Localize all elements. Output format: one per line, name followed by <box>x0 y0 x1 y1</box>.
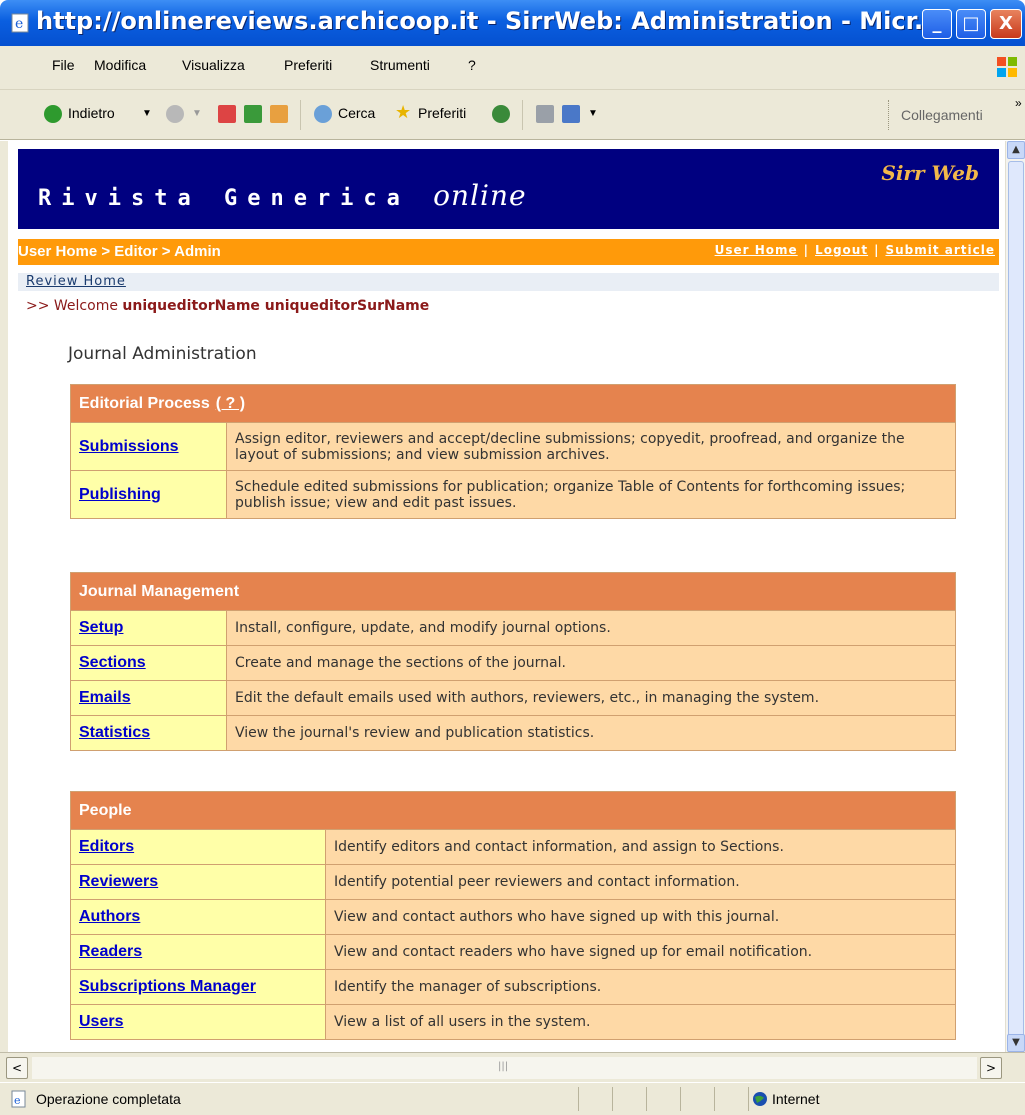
subscriptions-manager-desc: Identify the manager of subscriptions. <box>325 969 956 1005</box>
reviewers-desc: Identify potential peer reviewers and co… <box>325 864 956 900</box>
search-icon[interactable] <box>314 105 332 123</box>
menu-file[interactable]: File <box>52 57 75 73</box>
journal-management-table: Journal Management Setup Install, configu… <box>70 572 956 751</box>
users-desc: View a list of all users in the system. <box>325 1004 956 1040</box>
editors-link[interactable]: Editors <box>79 838 134 855</box>
refresh-icon[interactable] <box>244 105 262 123</box>
print-icon[interactable] <box>536 105 554 123</box>
review-home-link[interactable]: Review Home <box>26 274 126 289</box>
window-title: http://onlinereviews.archicoop.it - Sirr… <box>36 7 942 35</box>
people-table: People Editors Identify editors and conta… <box>70 791 956 1040</box>
breadcrumb: User Home > Editor > Admin <box>18 243 221 260</box>
menu-strumenti[interactable]: Strumenti <box>370 57 430 73</box>
horizontal-scroll-track[interactable]: ||| <box>32 1057 977 1079</box>
page-done-icon: e <box>11 1090 26 1108</box>
status-text: Operazione completata <box>36 1091 181 1107</box>
editors-desc: Identify editors and contact information… <box>325 829 956 865</box>
menu-visualizza[interactable]: Visualizza <box>182 57 245 73</box>
editorial-process-table: Editorial Process( ? ) Submissions Assign… <box>70 384 956 519</box>
forward-arrow-icon[interactable] <box>166 105 184 123</box>
search-button[interactable]: Cerca <box>338 105 375 121</box>
setup-link[interactable]: Setup <box>79 619 123 636</box>
sections-desc: Create and manage the sections of the jo… <box>226 645 956 681</box>
subscriptions-manager-link[interactable]: Subscriptions Manager <box>79 978 256 995</box>
scroll-up-button[interactable]: ▲ <box>1007 141 1025 159</box>
favorites-star-icon[interactable]: ★ <box>395 102 411 123</box>
brand-logo-text: Sirr Web <box>881 161 979 185</box>
menu-modifica[interactable]: Modifica <box>94 57 146 73</box>
edit-dropdown-icon[interactable]: ▼ <box>588 108 598 119</box>
emails-desc: Edit the default emails used with author… <box>226 680 956 716</box>
setup-desc: Install, configure, update, and modify j… <box>226 610 956 646</box>
submissions-desc: Assign editor, reviewers and accept/decl… <box>226 422 956 471</box>
submissions-link[interactable]: Submissions <box>79 438 179 455</box>
page-title: Journal Administration <box>68 344 257 364</box>
stop-icon[interactable] <box>218 105 236 123</box>
forward-dropdown-icon[interactable]: ▼ <box>192 108 202 119</box>
maximize-button[interactable]: □ <box>956 9 986 39</box>
horizontal-scrollbar[interactable]: < ||| > <box>0 1052 1025 1082</box>
readers-link[interactable]: Readers <box>79 943 142 960</box>
links-bar[interactable]: Collegamenti <box>888 100 1013 130</box>
internet-zone-icon <box>753 1092 767 1106</box>
statistics-link[interactable]: Statistics <box>79 724 150 741</box>
users-link[interactable]: Users <box>79 1013 123 1030</box>
windows-logo-icon <box>997 57 1017 77</box>
section-header: People <box>70 791 956 830</box>
site-title: Rivista Generica online <box>38 179 527 212</box>
user-home-link[interactable]: User Home <box>715 243 798 257</box>
section-header: Editorial Process( ? ) <box>70 384 956 423</box>
back-dropdown-icon[interactable]: ▼ <box>142 108 152 119</box>
home-icon[interactable] <box>270 105 288 123</box>
reviewers-link[interactable]: Reviewers <box>79 873 158 890</box>
submit-article-link[interactable]: Submit article <box>885 243 995 257</box>
authors-link[interactable]: Authors <box>79 908 140 925</box>
toolbar: Indietro ▼ ▼ Cerca ★ Preferiti ▼ Collega… <box>0 90 1025 140</box>
svg-text:e: e <box>14 1094 21 1107</box>
menu-help[interactable]: ? <box>468 57 476 73</box>
page-content: Rivista Generica online Sirr Web User Ho… <box>8 141 1005 1052</box>
edit-icon[interactable] <box>562 105 580 123</box>
statistics-desc: View the journal's review and publicatio… <box>226 715 956 751</box>
svg-text:e: e <box>15 16 23 32</box>
chevron-right-icon[interactable]: » <box>1015 96 1022 110</box>
help-link[interactable]: ( ? ) <box>216 395 245 412</box>
minimize-button[interactable]: _ <box>922 9 952 39</box>
nav-bar: User Home > Editor > Admin User Home | Log… <box>18 239 999 265</box>
publishing-link[interactable]: Publishing <box>79 486 161 503</box>
scroll-left-button[interactable]: < <box>6 1057 28 1079</box>
back-arrow-icon[interactable] <box>44 105 62 123</box>
back-button[interactable]: Indietro <box>68 105 115 121</box>
security-zone: Internet <box>772 1091 820 1107</box>
welcome-message: >> Welcome uniqueditorName uniqueditorSu… <box>26 298 430 314</box>
favorites-button[interactable]: Preferiti <box>418 105 466 121</box>
section-header: Journal Management <box>70 572 956 611</box>
authors-desc: View and contact authors who have signed… <box>325 899 956 935</box>
scroll-down-button[interactable]: ▼ <box>1007 1034 1025 1052</box>
readers-desc: View and contact readers who have signed… <box>325 934 956 970</box>
scroll-right-button[interactable]: > <box>980 1057 1002 1079</box>
emails-link[interactable]: Emails <box>79 689 131 706</box>
sections-link[interactable]: Sections <box>79 654 146 671</box>
menu-preferiti[interactable]: Preferiti <box>284 57 332 73</box>
logout-link[interactable]: Logout <box>815 243 868 257</box>
status-bar: e Operazione completata Internet <box>0 1082 1025 1115</box>
scroll-thumb[interactable] <box>1008 161 1024 1061</box>
publishing-desc: Schedule edited submissions for publicat… <box>226 470 956 519</box>
close-button[interactable]: X <box>990 9 1022 39</box>
site-header: Rivista Generica online Sirr Web <box>18 149 999 229</box>
ie-page-icon: e <box>11 13 29 33</box>
history-icon[interactable] <box>492 105 510 123</box>
vertical-scrollbar[interactable]: ▲ ▼ <box>1005 141 1025 1061</box>
menu-bar: File Modifica Visualizza Preferiti Strum… <box>0 46 1025 90</box>
window-title-bar[interactable]: e http://onlinereviews.archicoop.it - Si… <box>0 0 1025 46</box>
